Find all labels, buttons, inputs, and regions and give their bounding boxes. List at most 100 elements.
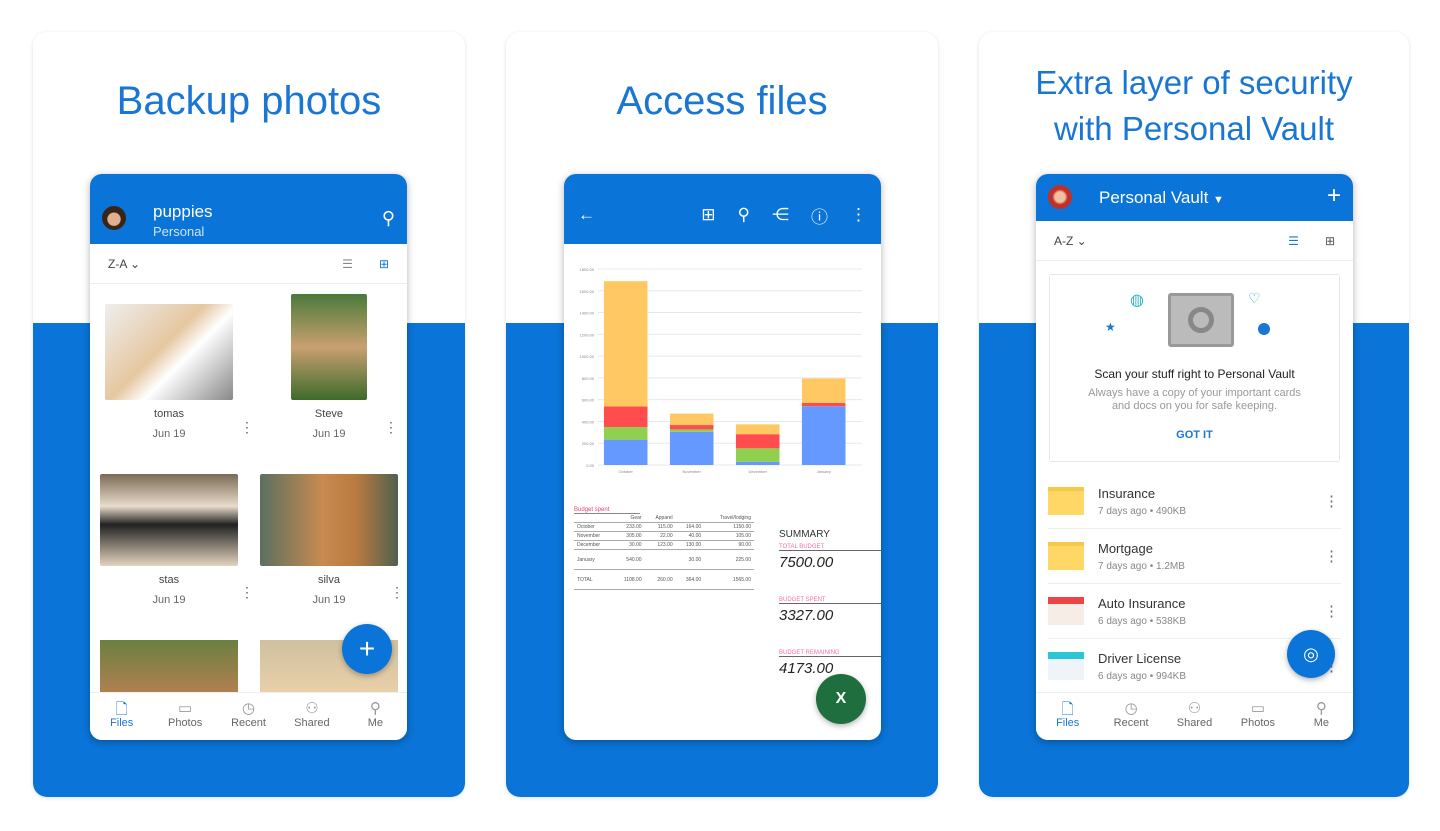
table-cell[interactable]	[644, 549, 676, 570]
heart-icon: ♡	[1248, 290, 1261, 306]
column-header	[675, 514, 705, 523]
excel-icon[interactable]: X	[816, 674, 866, 724]
tab-photos[interactable]: ▭ Photos	[1226, 693, 1289, 740]
more-icon[interactable]: ⋮	[240, 419, 254, 436]
bar-segment	[735, 461, 780, 465]
column-header	[574, 514, 613, 523]
share-icon[interactable]: ⋲	[772, 205, 789, 225]
table-title: Budget spent	[574, 507, 640, 514]
table-row: TOTAL 1108.00 260.00 364.00 1565.00	[574, 569, 754, 590]
vault-title-dropdown[interactable]: Personal Vault ▼	[1099, 188, 1224, 208]
bar-segment	[603, 406, 648, 428]
more-icon[interactable]: ⋮	[1324, 547, 1339, 565]
phone-vault: Personal Vault ▼ + A-Z ⌄ ☰ ⊞ ◍ ★ ♡ Scan …	[1036, 174, 1353, 740]
search-icon[interactable]: ⚲	[382, 208, 395, 229]
tab-files[interactable]: 🗋 Files	[1036, 693, 1099, 740]
x-tick-label: October	[619, 469, 634, 474]
bottom-nav: 🗋 Files ◷ Recent ⚇ Shared ▭ Photos ⚲ Me	[1036, 692, 1353, 740]
people-icon: ⚇	[305, 700, 319, 717]
photo-item[interactable]: stas Jun 19 ⋮	[100, 474, 254, 606]
table-cell[interactable]: October	[574, 522, 613, 532]
file-row[interactable]: Mortgage 7 days ago • 1.2MB ⋮	[1048, 529, 1341, 584]
y-tick-label: 800.00	[582, 376, 595, 381]
tab-photos[interactable]: ▭ Photos	[153, 693, 216, 740]
stacked-bar-chart: 0.00 200.00 400.00 600.00 800.00 1000.00 1200.…	[580, 267, 862, 474]
table-cell[interactable]: 305.00	[612, 531, 645, 541]
grid-icon[interactable]: ⊞	[701, 205, 715, 225]
bar-segment	[669, 425, 714, 430]
sort-dropdown[interactable]: Z-A ⌄	[108, 257, 140, 271]
more-icon[interactable]: ⋮	[240, 584, 254, 601]
y-tick-label: 600.00	[582, 398, 595, 403]
globe-icon: ◍	[1130, 292, 1144, 309]
info-icon[interactable]: ⓘ	[811, 203, 828, 228]
table-cell[interactable]: November	[574, 531, 613, 541]
more-icon[interactable]: ⋮	[850, 205, 867, 225]
more-icon[interactable]: ⋮	[390, 584, 404, 601]
file-icon: 🗋	[115, 701, 128, 718]
table-cell[interactable]: 164.00	[675, 522, 705, 532]
add-button[interactable]: +	[342, 624, 392, 674]
table-cell[interactable]: 130.00	[675, 540, 705, 550]
bottom-nav: 🗋 Files ▭ Photos ◷ Recent ⚇ Shared ⚲ Me	[90, 692, 407, 740]
grid-view-icon[interactable]: ⊞	[379, 257, 389, 271]
search-icon[interactable]: ⚲	[738, 205, 750, 225]
camera-scan-button[interactable]: ◎	[1287, 630, 1335, 678]
table-cell[interactable]: TOTAL	[574, 569, 613, 590]
table-cell[interactable]: January	[574, 549, 613, 570]
tab-recent[interactable]: ◷ Recent	[1099, 693, 1162, 740]
tab-files[interactable]: 🗋 Files	[90, 693, 153, 740]
y-tick-label: 1200.00	[580, 332, 595, 337]
more-icon[interactable]: ⋮	[1324, 602, 1339, 620]
table-cell[interactable]: 540.00	[612, 549, 645, 570]
photo-item[interactable]: tomas Jun 19 ⋮	[104, 304, 254, 440]
y-tick-label: 400.00	[582, 419, 595, 424]
table-cell[interactable]: 1565.00	[704, 569, 754, 590]
table-cell[interactable]: 260.00	[644, 569, 676, 590]
more-icon[interactable]: ⋮	[1324, 492, 1339, 510]
file-row[interactable]: Insurance 7 days ago • 490KB ⋮	[1048, 474, 1341, 529]
tab-shared[interactable]: ⚇ Shared	[280, 693, 343, 740]
table-cell[interactable]: 364.00	[675, 569, 705, 590]
list-view-icon[interactable]: ☰	[1288, 234, 1299, 248]
bar-segment	[735, 448, 780, 462]
table-cell[interactable]: 1108.00	[612, 569, 645, 590]
table-cell[interactable]: 233.00	[612, 522, 645, 532]
sort-dropdown[interactable]: A-Z ⌄	[1054, 234, 1087, 248]
caret-down-icon: ▼	[1213, 194, 1224, 206]
table-cell[interactable]: December	[574, 540, 613, 550]
add-icon[interactable]: +	[1327, 182, 1341, 210]
tab-me[interactable]: ⚲ Me	[344, 693, 407, 740]
summary-label: TOTAL BUDGET	[779, 544, 881, 551]
table-cell[interactable]: 225.00	[704, 549, 754, 570]
photo-item[interactable]: silva Jun 19 ⋮	[260, 474, 404, 606]
table-cell[interactable]: 22.00	[644, 531, 676, 541]
table-cell[interactable]: 30.00	[675, 549, 705, 570]
file-row[interactable]: Auto Insurance 6 days ago • 538KB ⋮	[1048, 584, 1341, 639]
more-icon[interactable]: ⋮	[384, 419, 398, 436]
table-cell[interactable]: 123.00	[644, 540, 676, 550]
bar-segment	[735, 424, 780, 435]
avatar[interactable]	[1048, 185, 1072, 209]
table-cell[interactable]: 90.00	[704, 540, 754, 550]
table-cell[interactable]: 40.00	[675, 531, 705, 541]
headline: Backup photos	[116, 79, 382, 123]
tab-me[interactable]: ⚲ Me	[1290, 693, 1353, 740]
table-cell[interactable]: 30.00	[612, 540, 645, 550]
people-icon: ⚇	[1187, 700, 1202, 717]
tab-recent[interactable]: ◷ Recent	[217, 693, 280, 740]
got-it-button[interactable]: GOT IT	[1050, 429, 1339, 441]
table-cell[interactable]: 115.00	[644, 522, 676, 532]
bar-segment	[801, 406, 846, 465]
avatar[interactable]	[102, 206, 126, 230]
photo-thumbnail[interactable]	[100, 640, 238, 692]
photo-item[interactable]: Steve Jun 19 ⋮	[264, 294, 398, 440]
list-view-icon[interactable]: ☰	[342, 257, 353, 271]
back-arrow-icon[interactable]: ←	[578, 205, 595, 225]
grid-view-icon[interactable]: ⊞	[1325, 234, 1335, 248]
table-cell[interactable]: 105.00	[704, 531, 754, 541]
table-cell[interactable]: 1150.00	[704, 522, 754, 532]
account-label: Personal	[153, 224, 205, 239]
bar-segment	[669, 413, 714, 426]
tab-shared[interactable]: ⚇ Shared	[1163, 693, 1226, 740]
